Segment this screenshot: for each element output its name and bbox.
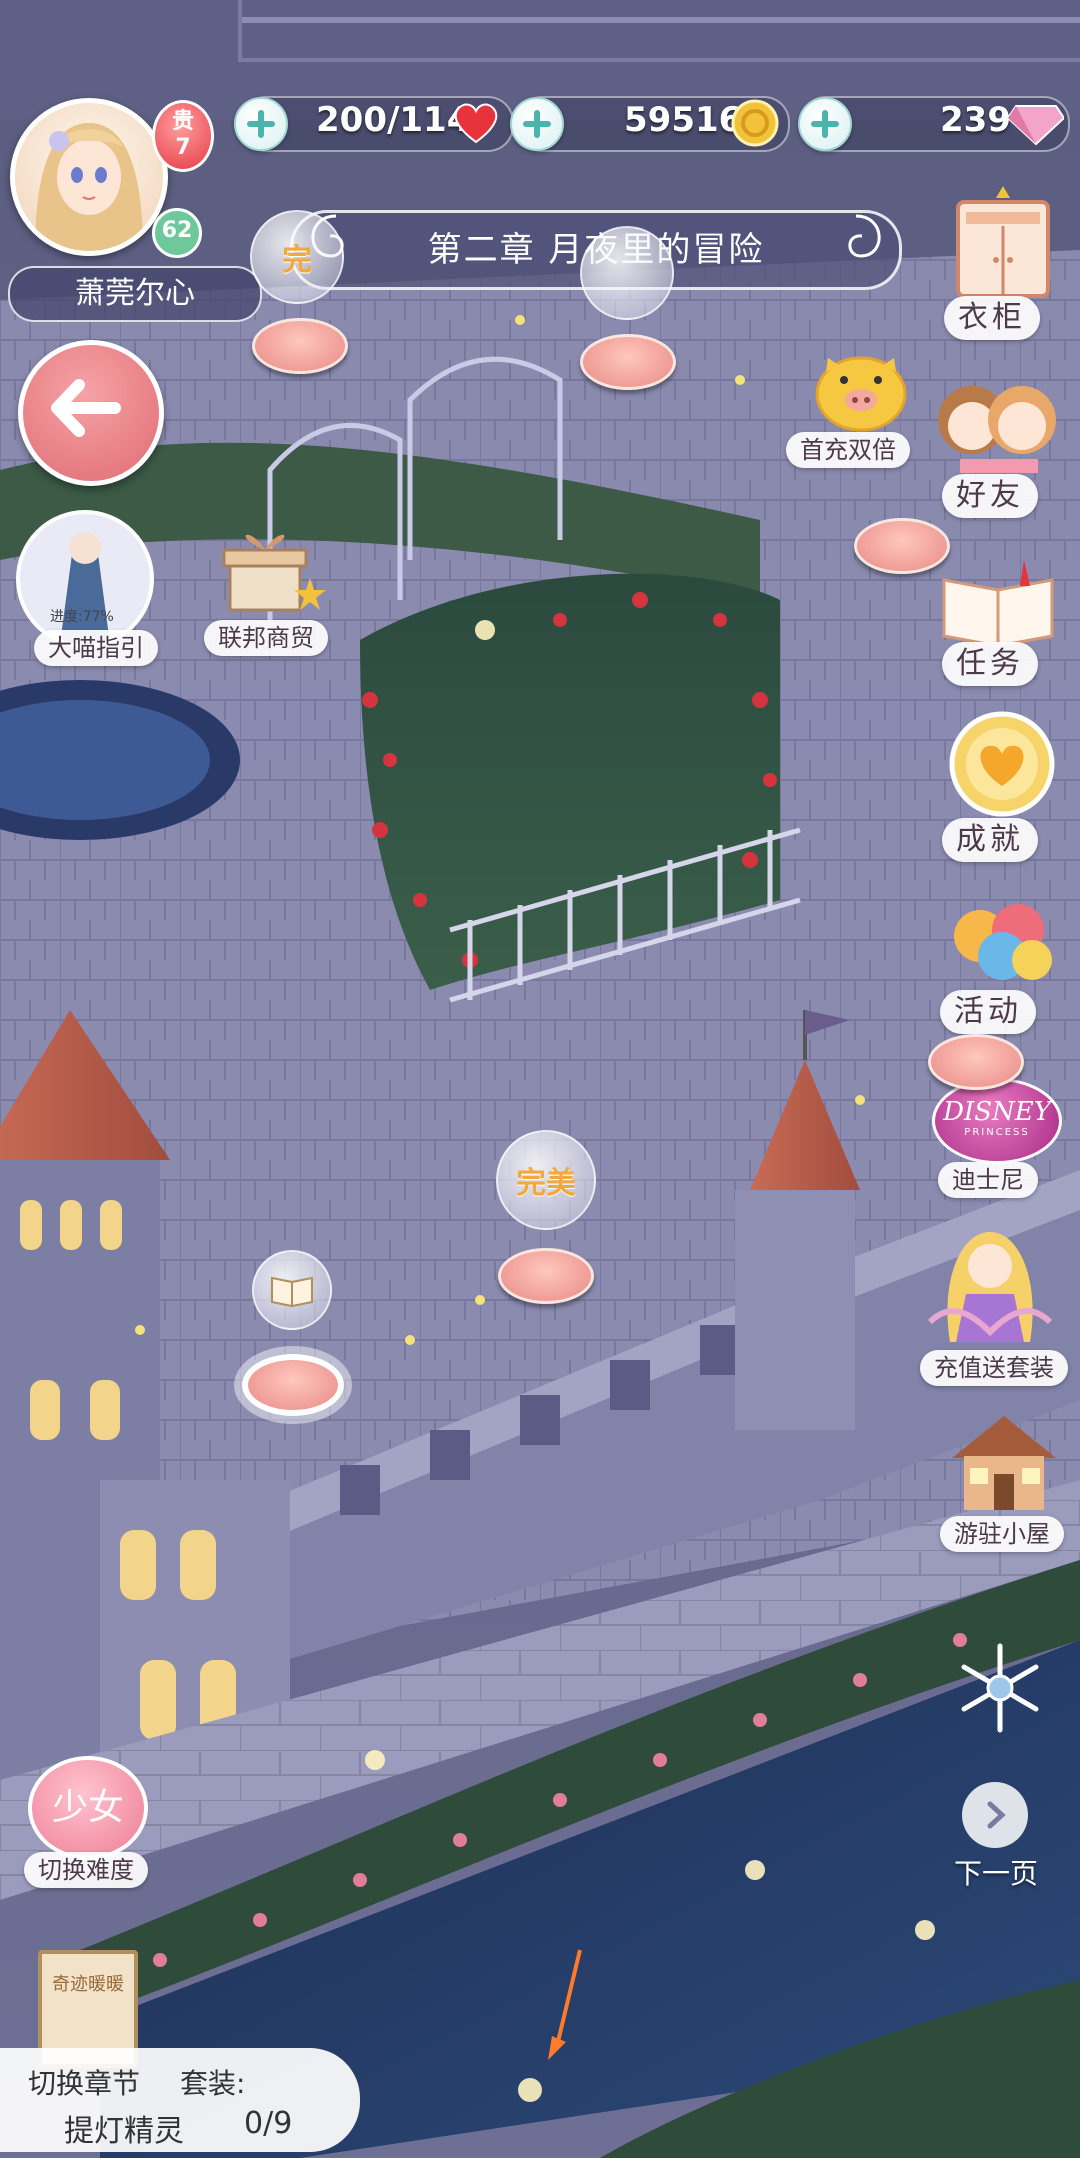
open-book-icon <box>271 1276 313 1308</box>
plus-icon <box>247 110 275 138</box>
next-page-button[interactable]: 下一页 <box>950 1782 1070 1892</box>
suit-name: 提灯精灵 <box>64 2114 184 2149</box>
balloons-icon <box>954 904 1052 980</box>
guide-button[interactable]: 进度:77% 大喵指引 <box>16 510 158 666</box>
avatar-portrait <box>35 123 143 251</box>
house-icon <box>952 1416 1056 1510</box>
next-page-circle <box>962 1782 1028 1848</box>
guide-label: 大喵指引 <box>34 630 158 666</box>
friends-icon <box>938 386 1056 473</box>
snowflake-icon[interactable] <box>952 1640 1048 1736</box>
perfect-bubble: 完 <box>250 210 344 304</box>
stage-node[interactable] <box>580 334 676 390</box>
guide-portrait <box>16 510 154 648</box>
suit-label: 套装: <box>180 2067 246 2100</box>
achievements-button[interactable]: 成就 <box>942 706 1070 866</box>
wardrobe-button[interactable]: 衣柜 <box>940 186 1070 346</box>
add-stamina-button[interactable] <box>234 97 288 151</box>
coin-icon <box>731 99 779 147</box>
first-recharge-double-button[interactable]: 首充双倍 <box>786 336 936 472</box>
swirl-ornament-icon <box>848 214 881 258</box>
friends-label: 好友 <box>942 474 1038 518</box>
activities-label: 活动 <box>940 990 1036 1034</box>
tasks-button[interactable]: 任务 <box>934 560 1070 690</box>
disney-subtitle: PRINCESS <box>964 1127 1030 1138</box>
add-coins-button[interactable] <box>510 97 564 151</box>
suit-progress: 0/9 <box>244 2106 293 2141</box>
plus-icon <box>523 110 551 138</box>
heart-icon <box>454 103 498 144</box>
diamonds-value: 239 <box>940 100 1011 140</box>
friends-button[interactable]: 好友 <box>930 370 1070 520</box>
wardrobe-label: 衣柜 <box>944 296 1040 340</box>
back-button[interactable] <box>18 340 164 486</box>
add-diamonds-button[interactable] <box>798 97 852 151</box>
vip-rank-value: 7 <box>175 135 191 160</box>
story-bubble <box>252 1250 332 1330</box>
achievements-label: 成就 <box>942 818 1038 862</box>
federation-trade-button[interactable]: 联邦商贸 <box>200 520 340 670</box>
perfect-bubble: 完美 <box>496 1130 596 1230</box>
castle-garden-scene <box>0 0 1080 2158</box>
player-avatar[interactable] <box>10 98 168 256</box>
vip-rank-badge[interactable]: 贵 7 <box>152 100 214 172</box>
activities-button[interactable]: 活动 <box>940 900 1070 1036</box>
wardrobe-icon <box>956 186 1050 298</box>
switch-chapter-label[interactable]: 切换章节 <box>28 2062 140 2102</box>
medal-icon <box>949 711 1055 817</box>
coins-value: 59516 <box>624 100 743 140</box>
gift-box-icon <box>222 534 326 612</box>
recharge-suit-button[interactable]: 充值送套装 <box>920 1222 1070 1390</box>
federation-trade-label: 联邦商贸 <box>204 620 328 656</box>
plus-icon <box>811 110 839 138</box>
travel-house-label: 游驻小屋 <box>940 1516 1064 1552</box>
guide-progress: 进度:77% <box>50 609 114 625</box>
diamond-icon <box>1008 105 1064 146</box>
stage-node[interactable] <box>252 318 348 374</box>
disney-label: 迪士尼 <box>938 1162 1038 1198</box>
recharge-suit-label: 充值送套装 <box>920 1350 1068 1386</box>
stage-node[interactable] <box>928 1034 1024 1090</box>
stage-node[interactable] <box>498 1248 594 1304</box>
perfect-label: 完 <box>282 243 312 278</box>
princess-icon <box>927 1232 1053 1342</box>
player-name[interactable]: 萧莞尔心 <box>8 266 262 322</box>
player-level-badge: 62 <box>152 208 202 258</box>
next-page-label: 下一页 <box>954 1857 1039 1890</box>
current-stage-node[interactable] <box>242 1354 344 1416</box>
difficulty-badge: 少女 <box>28 1756 148 1860</box>
arrow-left-icon <box>51 379 121 437</box>
chevron-right-icon <box>987 1801 1006 1829</box>
book-icon <box>942 560 1054 648</box>
first-recharge-double-label: 首充双倍 <box>786 432 910 468</box>
stamina-value: 200/114 <box>316 100 471 140</box>
vip-rank-label: 贵 <box>171 109 194 134</box>
perfect-label: 完美 <box>516 1166 576 1201</box>
disney-badge: DISNEY PRINCESS <box>932 1078 1062 1164</box>
disney-button[interactable]: DISNEY PRINCESS 迪士尼 <box>932 1070 1068 1204</box>
travel-house-button[interactable]: 游驻小屋 <box>940 1412 1070 1556</box>
disney-logo: DISNEY <box>943 1097 1051 1127</box>
difficulty-label: 切换难度 <box>24 1852 148 1888</box>
tasks-label: 任务 <box>942 642 1038 686</box>
difficulty-switch-button[interactable]: 少女 切换难度 <box>24 1756 154 1896</box>
book-title: 奇迹暖暖 <box>52 1974 124 1995</box>
pig-icon <box>815 356 907 432</box>
perfect-bubble <box>580 226 674 320</box>
stage-node[interactable] <box>854 518 950 574</box>
